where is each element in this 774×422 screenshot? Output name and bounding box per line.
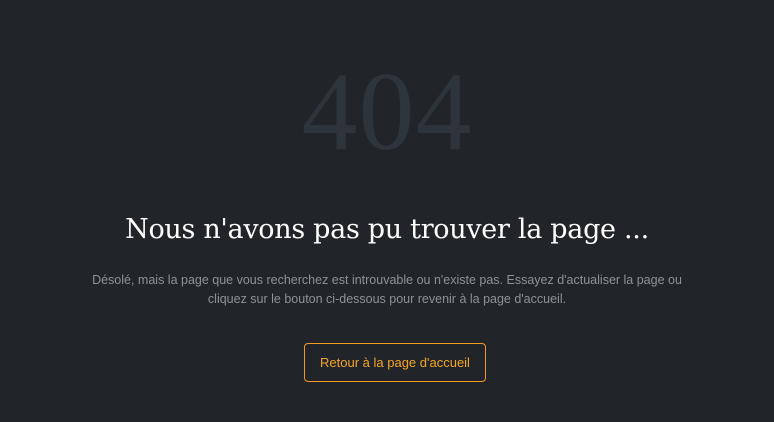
home-button[interactable]: Retour à la page d'accueil: [304, 343, 486, 382]
error-code: 404: [301, 50, 473, 174]
error-description: Désolé, mais la page que vous recherchez…: [92, 273, 682, 306]
page-title: Nous n'avons pas pu trouver la page ...: [125, 214, 649, 245]
error-page: 404 Nous n'avons pas pu trouver la page …: [0, 0, 774, 422]
